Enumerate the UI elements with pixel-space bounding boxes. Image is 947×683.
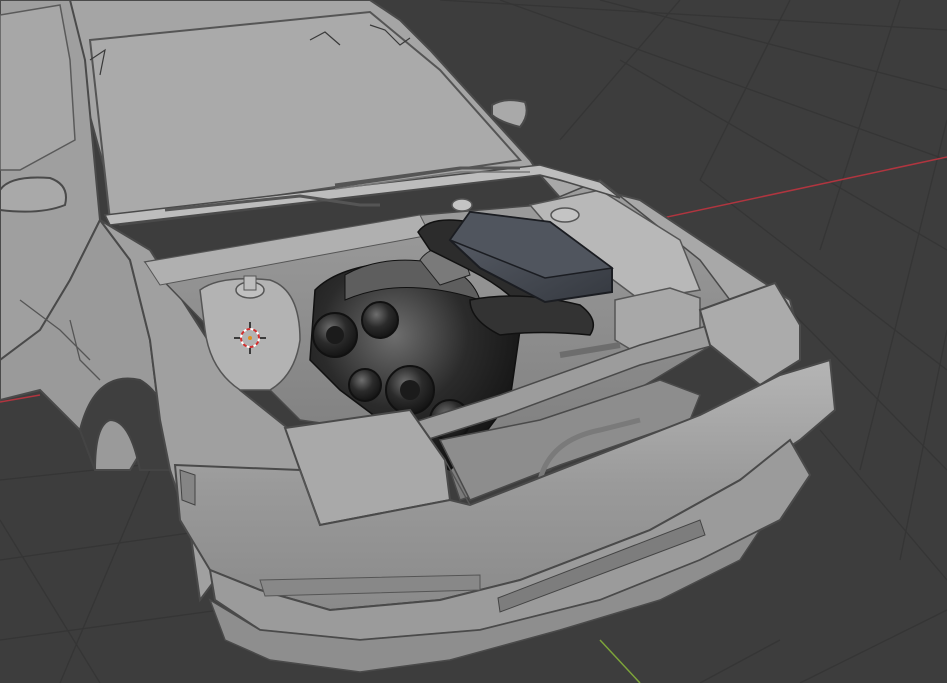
viewport-scene[interactable] xyxy=(0,0,947,683)
3d-viewport[interactable] xyxy=(0,0,947,683)
y-axis-line xyxy=(599,639,641,683)
